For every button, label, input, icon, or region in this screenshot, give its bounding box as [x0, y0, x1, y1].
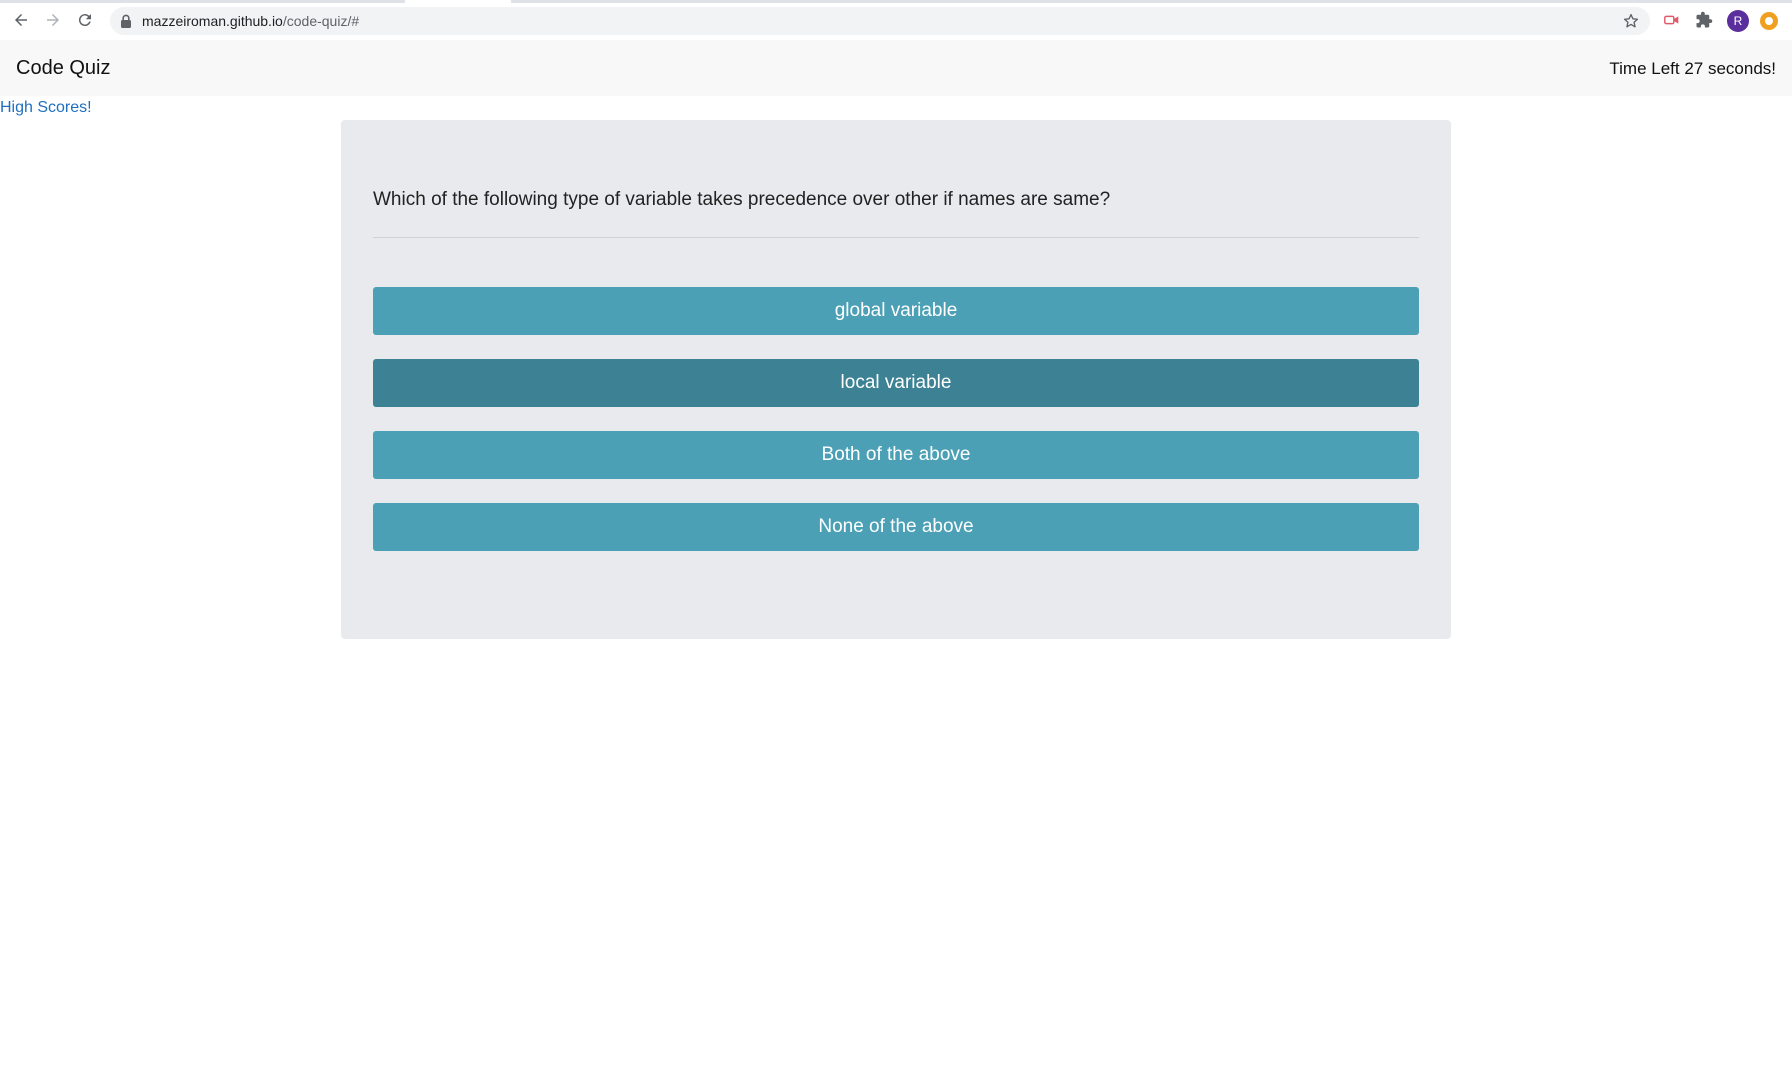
profile-avatar[interactable]: R — [1727, 10, 1749, 32]
url-text: mazzeiroman.github.io/code-quiz/# — [142, 13, 359, 29]
divider — [373, 237, 1419, 238]
time-left-text: Time Left 27 seconds! — [1609, 59, 1776, 78]
navbar: Code Quiz Time Left 27 seconds! — [0, 40, 1792, 96]
address-bar[interactable]: mazzeiroman.github.io/code-quiz/# — [110, 7, 1650, 35]
extension-icon[interactable] — [1662, 10, 1682, 30]
lock-icon — [121, 14, 131, 28]
answer-button-none-of-the-above[interactable]: None of the above — [373, 503, 1419, 551]
arrow-left-icon — [15, 14, 27, 26]
puzzle-icon — [1696, 11, 1713, 28]
active-tab-indicator — [405, 0, 511, 3]
reload-icon — [78, 14, 91, 27]
orange-extension-icon[interactable] — [1760, 12, 1778, 30]
bookmark-star-icon[interactable] — [1622, 12, 1640, 30]
quiz-card: Which of the following type of variable … — [341, 120, 1451, 639]
browser-toolbar: mazzeiroman.github.io/code-quiz/# R — [0, 0, 1792, 41]
question-text: Which of the following type of variable … — [373, 189, 1111, 210]
tab-strip — [0, 0, 1792, 3]
url-path: /code-quiz/# — [282, 13, 360, 29]
answer-button-global-variable[interactable]: global variable — [373, 287, 1419, 335]
back-button[interactable] — [10, 9, 32, 31]
app-title: Code Quiz — [16, 57, 111, 79]
url-host: mazzeiroman.github.io — [142, 13, 283, 29]
answer-button-local-variable[interactable]: local variable — [373, 359, 1419, 407]
arrow-right-icon — [47, 14, 59, 26]
forward-button[interactable] — [42, 9, 64, 31]
high-scores-link[interactable]: High Scores! — [0, 99, 92, 117]
extensions-button[interactable] — [1694, 10, 1714, 30]
answer-button-both-of-the-above[interactable]: Both of the above — [373, 431, 1419, 479]
video-extension-icon — [1664, 15, 1679, 25]
reload-button[interactable] — [74, 9, 96, 31]
